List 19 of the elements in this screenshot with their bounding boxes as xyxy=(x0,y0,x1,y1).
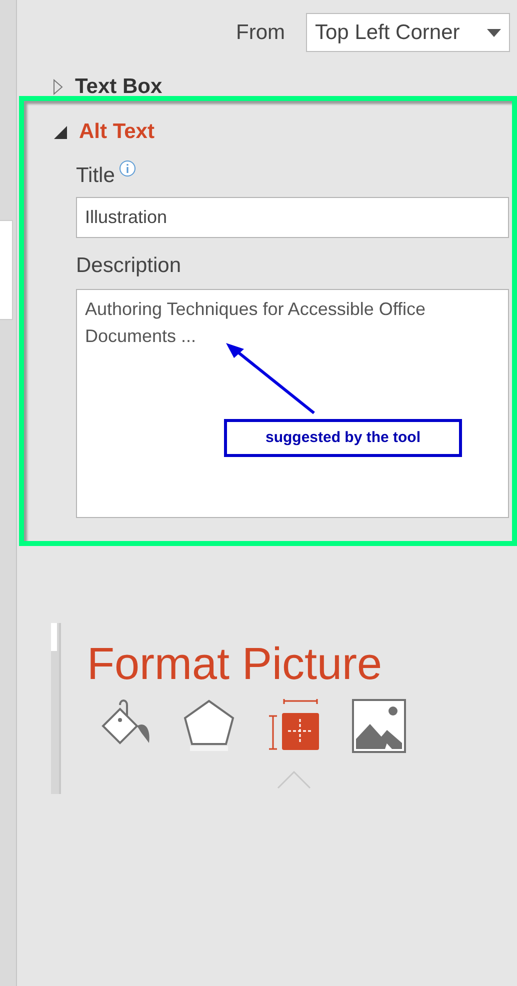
description-label: Description xyxy=(76,252,182,278)
title-field[interactable]: Illustration xyxy=(76,196,509,238)
annotation-callout: suggested by the tool xyxy=(224,419,462,457)
pane-tab[interactable] xyxy=(267,699,321,789)
pane-title: Format Picture xyxy=(87,637,384,691)
picture-icon xyxy=(352,699,406,753)
from-label: From xyxy=(236,20,285,46)
info-icon[interactable] xyxy=(118,160,136,177)
title-label: Title xyxy=(76,163,115,189)
pentagon-icon xyxy=(182,699,236,753)
section-title[interactable]: Alt Text xyxy=(79,121,154,143)
scrollbar[interactable] xyxy=(51,623,61,794)
size-position-icon xyxy=(267,699,321,753)
collapsed-triangle-icon[interactable] xyxy=(53,79,63,95)
position-dropdown[interactable]: Top Left Corner xyxy=(306,13,510,52)
caret-icon xyxy=(277,771,311,789)
section-title[interactable]: Text Box xyxy=(75,76,162,98)
dropdown-arrow-icon xyxy=(487,28,501,36)
expanded-triangle-icon[interactable] xyxy=(54,126,67,138)
